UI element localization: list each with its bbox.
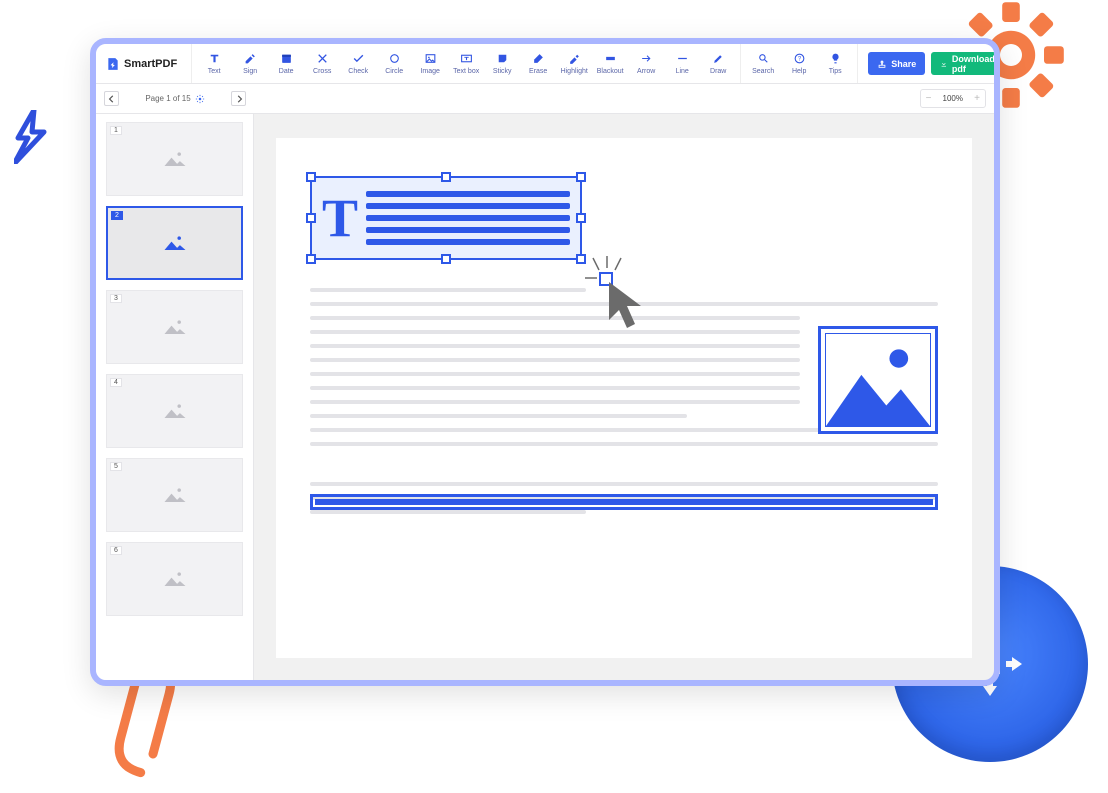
toolbar-actions: Share Download pdf xyxy=(858,44,1000,83)
text-line xyxy=(310,358,800,362)
download-icon xyxy=(940,59,948,69)
tool-draw[interactable]: Draw xyxy=(700,44,736,83)
text-line xyxy=(310,400,800,404)
chevron-left-icon xyxy=(108,95,116,103)
page-next-button[interactable] xyxy=(231,91,246,106)
resize-handle-tl[interactable] xyxy=(306,172,316,182)
tool-sign[interactable]: Sign xyxy=(232,44,268,83)
thumbnail-3[interactable]: 3 xyxy=(106,290,243,364)
text-line xyxy=(310,482,938,486)
text-line xyxy=(310,344,800,348)
decoration-paperclip xyxy=(88,668,188,793)
text-line xyxy=(310,316,800,320)
zoom-in-button[interactable]: + xyxy=(969,93,985,104)
share-button[interactable]: Share xyxy=(868,52,925,75)
selected-text-block[interactable]: T xyxy=(310,176,582,260)
thumbnail-panel: 1 2 3 4 5 6 xyxy=(96,114,254,680)
thumbnail-5[interactable]: 5 xyxy=(106,458,243,532)
svg-text:?: ? xyxy=(798,56,802,62)
thumbnail-1[interactable]: 1 xyxy=(106,122,243,196)
text-block-lines xyxy=(366,191,570,245)
text-line xyxy=(310,330,800,334)
tools-group-util: Search ?Help Tips xyxy=(741,44,858,83)
resize-handle-tm[interactable] xyxy=(441,172,451,182)
tool-cross[interactable]: Cross xyxy=(304,44,340,83)
text-glyph-icon: T xyxy=(322,191,358,245)
thumbnail-4[interactable]: 4 xyxy=(106,374,243,448)
tool-help[interactable]: ?Help xyxy=(781,44,817,83)
app-logo[interactable]: SmartPDF xyxy=(96,44,192,83)
text-line xyxy=(310,288,586,292)
text-line xyxy=(310,442,938,446)
resize-handle-rm[interactable] xyxy=(576,213,586,223)
cursor-icon xyxy=(583,256,653,341)
text-line xyxy=(310,372,800,376)
tool-arrow[interactable]: Arrow xyxy=(628,44,664,83)
resize-handle-tr[interactable] xyxy=(576,172,586,182)
pager: Page 1 of 15 xyxy=(96,84,254,113)
tool-check[interactable]: Check xyxy=(340,44,376,83)
app-name: SmartPDF xyxy=(124,58,177,70)
zoom-out-button[interactable]: − xyxy=(921,93,937,104)
page-document[interactable]: T xyxy=(276,138,972,658)
subtoolbar: Page 1 of 15 − 100% + xyxy=(96,84,994,114)
app-window: SmartPDF Text Sign Date Cross Check Circ… xyxy=(90,38,1000,686)
resize-handle-bl[interactable] xyxy=(306,254,316,264)
page-indicator: Page 1 of 15 xyxy=(145,94,204,104)
tool-blackout[interactable]: Blackout xyxy=(592,44,628,83)
chevron-right-icon xyxy=(235,95,243,103)
decoration-bolt xyxy=(14,110,48,169)
tool-textbox[interactable]: Text box xyxy=(448,44,484,83)
resize-handle-bm[interactable] xyxy=(441,254,451,264)
tool-highlight[interactable]: Highlight xyxy=(556,44,592,83)
selected-line-block[interactable] xyxy=(310,494,938,510)
download-button[interactable]: Download pdf xyxy=(931,52,1000,75)
text-line xyxy=(310,386,800,390)
resize-handle-br[interactable] xyxy=(576,254,586,264)
tool-tips[interactable]: Tips xyxy=(817,44,853,83)
page-prev-button[interactable] xyxy=(104,91,119,106)
tool-image[interactable]: Image xyxy=(412,44,448,83)
tool-date[interactable]: Date xyxy=(268,44,304,83)
thumbnail-6[interactable]: 6 xyxy=(106,542,243,616)
zoom-value: 100% xyxy=(937,94,969,103)
gear-icon[interactable] xyxy=(195,94,205,104)
resize-handle-lm[interactable] xyxy=(306,213,316,223)
tool-circle[interactable]: Circle xyxy=(376,44,412,83)
selected-image-block[interactable] xyxy=(818,326,938,434)
text-line xyxy=(310,510,586,514)
tool-search[interactable]: Search xyxy=(745,44,781,83)
tool-sticky[interactable]: Sticky xyxy=(484,44,520,83)
tool-line[interactable]: Line xyxy=(664,44,700,83)
text-line xyxy=(310,414,687,418)
share-icon xyxy=(877,59,887,69)
thumbnail-2[interactable]: 2 xyxy=(106,206,243,280)
tool-text[interactable]: Text xyxy=(196,44,232,83)
tools-group-edit: Text Sign Date Cross Check Circle Image … xyxy=(192,44,741,83)
zoom-control: − 100% + xyxy=(920,89,986,108)
tool-erase[interactable]: Erase xyxy=(520,44,556,83)
toolbar: SmartPDF Text Sign Date Cross Check Circ… xyxy=(96,44,994,84)
canvas-area: T xyxy=(254,114,994,680)
text-line xyxy=(310,302,938,306)
